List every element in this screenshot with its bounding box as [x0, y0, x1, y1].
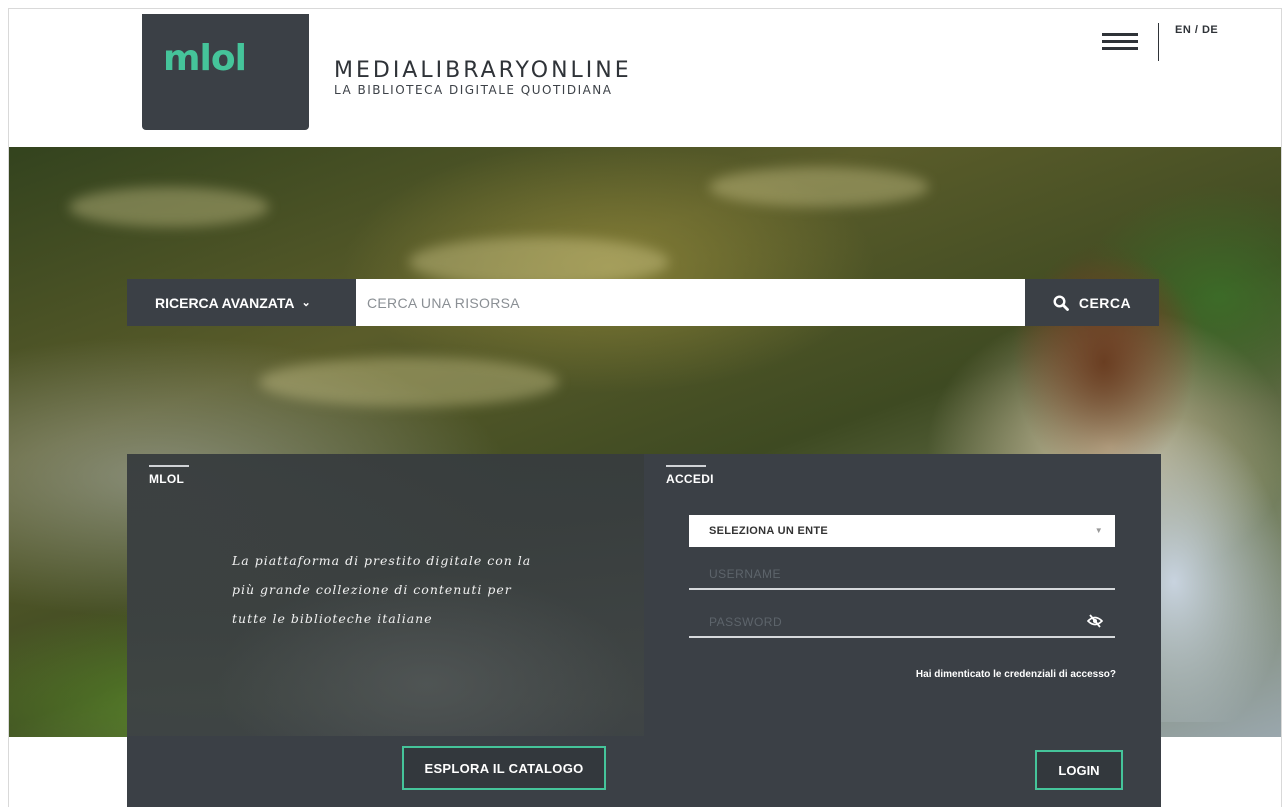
explore-catalog-button[interactable]: ESPLORA IL CATALOGO [402, 746, 606, 790]
header-divider [1158, 23, 1159, 61]
login-panel: ACCEDI SELEZIONA UN ENTE ▼ Hai dimentica… [644, 454, 1161, 807]
username-input[interactable] [689, 560, 1115, 588]
caret-down-icon: ▼ [1094, 526, 1103, 535]
search-bar: RICERCA AVANZATA ⌄ CERCA [127, 279, 1159, 326]
search-input[interactable] [356, 279, 1025, 326]
search-button[interactable]: CERCA [1025, 279, 1159, 326]
eye-slash-icon[interactable] [1087, 614, 1103, 628]
advanced-search-dropdown[interactable]: RICERCA AVANZATA ⌄ [127, 279, 356, 326]
advanced-search-label: RICERCA AVANZATA [155, 294, 295, 311]
login-button[interactable]: LOGIN [1035, 750, 1123, 790]
chevron-down-icon: ⌄ [301, 297, 311, 309]
site-header: mlol MEDIALIBRARYONLINE LA BIBLIOTECA DI… [9, 9, 1281, 147]
brand-title: MEDIALIBRARYONLINE [334, 58, 632, 83]
water-reflection [709, 167, 929, 207]
password-input[interactable] [689, 608, 1115, 636]
search-button-label: CERCA [1078, 294, 1132, 311]
login-panel-tag: ACCEDI [666, 465, 714, 486]
language-switch[interactable]: EN / DE [1175, 24, 1218, 36]
logo[interactable]: mlol [142, 14, 309, 130]
username-field-wrapper [689, 560, 1115, 590]
select-institution-dropdown[interactable]: SELEZIONA UN ENTE ▼ [689, 515, 1115, 547]
brand-subtitle: LA BIBLIOTECA DIGITALE QUOTIDIANA [334, 83, 613, 97]
water-reflection [259, 357, 559, 407]
intro-panel: MLOL La piattaforma di prestito digitale… [127, 454, 644, 807]
forgot-credentials-link[interactable]: Hai dimenticato le credenziali di access… [916, 669, 1116, 680]
intro-panel-tag: MLOL [149, 465, 190, 486]
water-reflection [69, 187, 269, 227]
search-icon [1053, 294, 1069, 311]
logo-text: mlol [163, 38, 247, 79]
page-frame: mlol MEDIALIBRARYONLINE LA BIBLIOTECA DI… [8, 8, 1282, 807]
intro-tagline: La piattaforma di prestito digitale con … [232, 553, 532, 626]
select-institution-label: SELEZIONA UN ENTE [709, 525, 828, 537]
password-field-wrapper [689, 608, 1115, 638]
hamburger-menu-icon[interactable] [1102, 33, 1138, 55]
brand: MEDIALIBRARYONLINE LA BIBLIOTECA DIGITAL… [334, 58, 632, 98]
